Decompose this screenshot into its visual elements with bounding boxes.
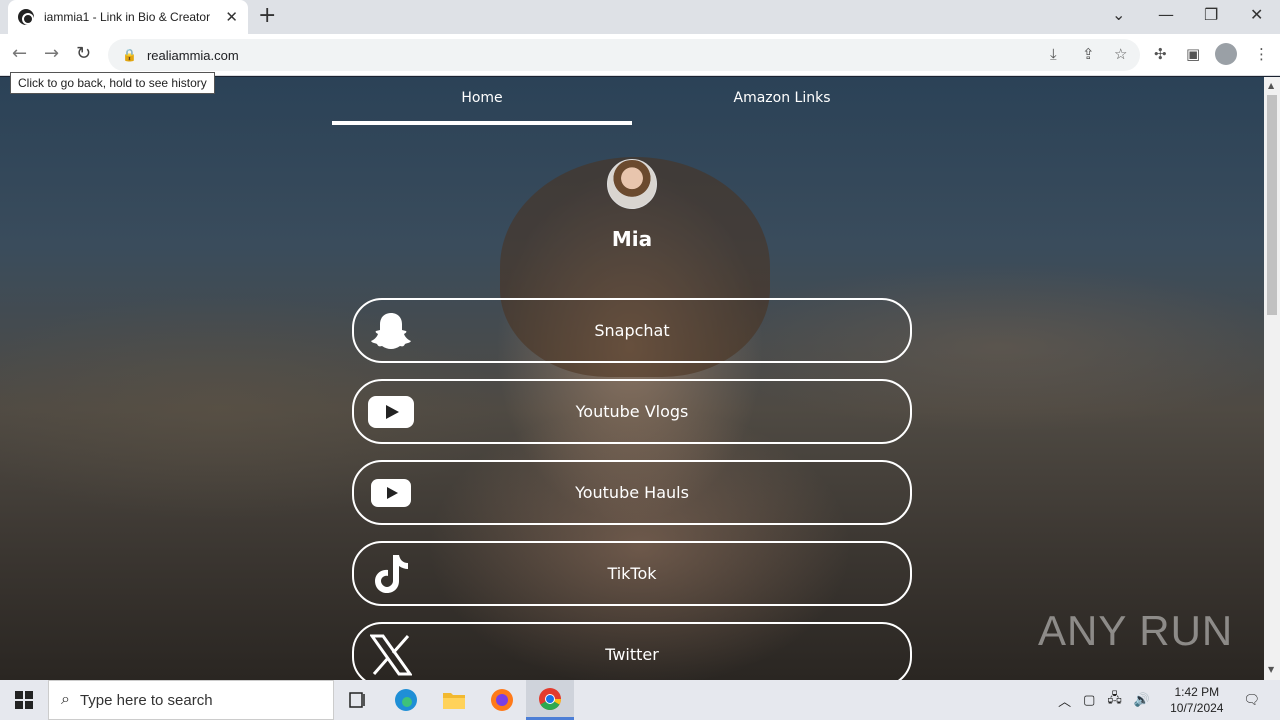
active-nav-underline: [332, 121, 632, 125]
anyrun-watermark-logo: ANY RUN: [1038, 607, 1234, 654]
search-icon: ⌕: [61, 691, 70, 708]
back-arrow-icon[interactable]: ←: [12, 43, 27, 64]
network-icon[interactable]: 🖧: [1107, 689, 1122, 711]
link-label: TikTok: [607, 564, 657, 583]
link-list: Snapchat Youtube Vlogs Youtube Hauls Tik…: [352, 298, 912, 680]
youtube-icon: [368, 391, 414, 433]
reload-icon[interactable]: ↻: [76, 43, 91, 64]
lock-icon[interactable]: 🔒: [122, 48, 137, 62]
close-tab-icon[interactable]: ✕: [225, 8, 238, 26]
forward-arrow-icon[interactable]: →: [44, 43, 59, 64]
taskbar-clock[interactable]: 1:42 PM 10/7/2024: [1170, 684, 1223, 716]
browser-toolbar: ← → ↻ 🔒 realiammia.com ⤓ ⇪ ☆ ✣ ▣ ⋮: [0, 34, 1280, 76]
search-placeholder: Type here to search: [79, 691, 213, 709]
scroll-up-arrow-icon[interactable]: ▲: [1268, 81, 1274, 90]
link-button-twitter[interactable]: Twitter: [352, 622, 912, 680]
profile-avatar-icon[interactable]: [1215, 43, 1237, 65]
show-hidden-icons-chevron-icon[interactable]: ︿: [1058, 691, 1071, 710]
page-content: Home Amazon Links Mia Snapchat Youtube V…: [0, 77, 1264, 680]
taskbar-search-box[interactable]: ⌕ Type here to search: [48, 680, 334, 720]
volume-icon[interactable]: 🔊: [1134, 692, 1150, 708]
nav-home[interactable]: Home: [332, 77, 632, 125]
close-window-icon[interactable]: ✕: [1250, 5, 1263, 24]
link-label: Snapchat: [594, 321, 670, 340]
site-favicon-icon: [18, 9, 34, 25]
clock-date: 10/7/2024: [1170, 701, 1224, 715]
link-label: Youtube Vlogs: [575, 402, 689, 421]
menu-kebab-icon[interactable]: ⋮: [1254, 45, 1269, 63]
file-explorer-icon[interactable]: [430, 680, 478, 720]
link-button-youtube-hauls[interactable]: Youtube Hauls: [352, 460, 912, 525]
new-tab-icon[interactable]: +: [258, 5, 276, 27]
nav-amazon-links[interactable]: Amazon Links: [632, 77, 932, 125]
device-icon[interactable]: ▢: [1083, 692, 1095, 708]
edge-browser-icon[interactable]: [382, 680, 430, 720]
link-button-tiktok[interactable]: TikTok: [352, 541, 912, 606]
firefox-icon[interactable]: [478, 680, 526, 720]
task-view-icon[interactable]: [334, 680, 382, 720]
address-bar[interactable]: 🔒 realiammia.com: [108, 39, 1140, 71]
minimize-icon[interactable]: —: [1158, 5, 1174, 24]
side-panel-icon[interactable]: ▣: [1186, 45, 1200, 63]
link-button-snapchat[interactable]: Snapchat: [352, 298, 912, 363]
profile-name: Mia: [611, 227, 653, 251]
install-app-icon[interactable]: ⤓: [1050, 45, 1057, 63]
tab-search-chevron-icon[interactable]: ⌄: [1112, 5, 1125, 24]
top-navigation: Home Amazon Links: [332, 77, 932, 125]
browser-tab-strip: iammia1 - Link in Bio & Creator ✕ + ⌄ — …: [0, 0, 1280, 34]
link-label: Youtube Hauls: [575, 483, 689, 502]
notifications-icon[interactable]: 🗨: [1243, 692, 1260, 708]
system-tray: ︿ ▢ 🖧 🔊 1:42 PM 10/7/2024 🗨: [1052, 684, 1280, 716]
tiktok-icon: [368, 553, 414, 595]
x-twitter-icon: [368, 634, 414, 676]
restore-icon[interactable]: ❐: [1204, 5, 1218, 24]
share-icon[interactable]: ⇪: [1082, 45, 1095, 63]
url-text: realiammia.com: [146, 47, 239, 63]
page-scrollbar[interactable]: ▲ ▼: [1264, 77, 1280, 680]
profile-avatar: [607, 159, 657, 209]
browser-tab[interactable]: iammia1 - Link in Bio & Creator ✕: [8, 0, 248, 34]
bookmark-star-icon[interactable]: ☆: [1114, 45, 1127, 63]
windows-start-icon[interactable]: [0, 680, 48, 720]
scrollbar-thumb[interactable]: [1267, 95, 1277, 315]
clock-time: 1:42 PM: [1174, 685, 1220, 699]
extensions-puzzle-icon[interactable]: ✣: [1154, 45, 1167, 63]
windows-taskbar: ⌕ Type here to search ︿ ▢ 🖧 🔊 1:42 PM 10…: [0, 680, 1280, 720]
back-button-tooltip: Click to go back, hold to see history: [10, 72, 215, 94]
chrome-icon[interactable]: [526, 680, 574, 720]
link-label: Twitter: [605, 645, 659, 664]
snapchat-icon: [368, 310, 414, 352]
scroll-down-arrow-icon[interactable]: ▼: [1268, 665, 1274, 674]
link-button-youtube-vlogs[interactable]: Youtube Vlogs: [352, 379, 912, 444]
tab-title: iammia1 - Link in Bio & Creator: [44, 10, 211, 24]
youtube-icon: [368, 472, 414, 514]
